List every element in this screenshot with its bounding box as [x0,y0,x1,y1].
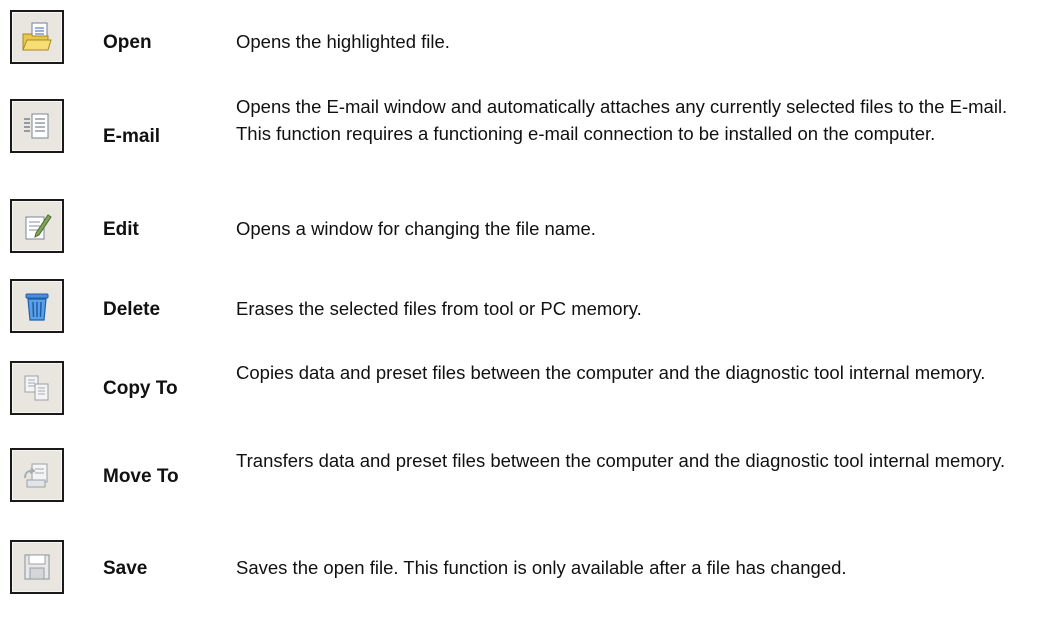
item-description: Opens the highlighted file. [236,31,450,52]
email-icon[interactable] [10,99,64,153]
item-description: Transfers data and preset files between … [236,450,1006,471]
item-name: Move To [103,466,179,487]
item-description: Copies data and preset files between the… [236,362,986,383]
item-name: E-mail [103,126,161,147]
item-description: Saves the open file. This function is on… [236,557,847,578]
save-icon[interactable] [10,540,64,594]
trash-icon[interactable] [10,279,64,333]
item-name: Open [103,32,152,53]
open-folder-icon[interactable] [10,10,64,64]
item-description: Opens a window for changing the file nam… [236,218,596,239]
item-description: Opens the E-mail window and automaticall… [236,96,1008,144]
edit-icon[interactable] [10,199,64,253]
item-name: Edit [103,219,139,240]
copy-to-icon[interactable] [10,361,64,415]
move-to-icon[interactable] [10,448,64,502]
item-name: Save [103,558,148,579]
item-description: Erases the selected files from tool or P… [236,298,642,319]
item-name: Delete [103,299,161,320]
item-name: Copy To [103,378,178,399]
